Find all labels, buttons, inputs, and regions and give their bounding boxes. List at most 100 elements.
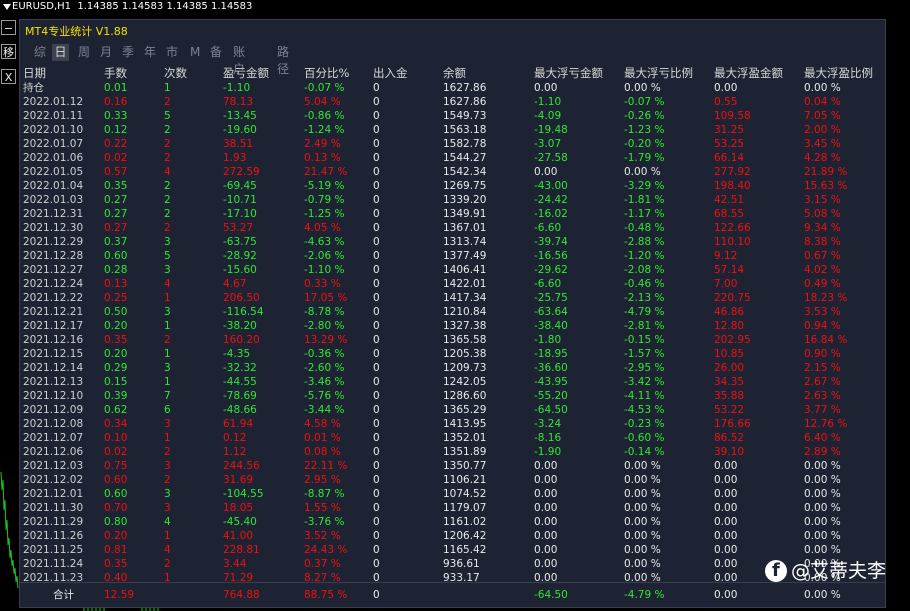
tab-overview[interactable]: 综 [34, 44, 46, 61]
cell-profit: -44.55 [223, 376, 257, 388]
cell-lots: 0.81 [104, 544, 128, 556]
table-row: 2022.01.03 0.27 2 -10.71 -0.79 % 0 1339.20 -24.… [20, 193, 885, 207]
cell-profit: 38.51 [223, 138, 254, 150]
col-profit[interactable]: 盈亏金额 [223, 66, 269, 80]
tab-market[interactable]: 市 [166, 44, 178, 61]
cell-count: 3 [164, 502, 171, 514]
cell-max-float-profit: 46.86 [714, 306, 745, 318]
cell-max-float-loss: -64.50 [534, 404, 568, 416]
cell-lots: 0.01 [104, 82, 128, 94]
col-deposit[interactable]: 出入金 [373, 66, 408, 80]
cell-max-float-profit: 176.66 [714, 418, 751, 430]
cell-percent: 4.58 % [304, 418, 341, 430]
cell-max-float-loss-pct: -1.57 % [624, 348, 665, 360]
cell-max-float-loss-pct: -1.81 % [624, 194, 665, 206]
cell-date: 持仓 [23, 82, 44, 94]
cell-count: 1 [164, 432, 171, 444]
minimize-button[interactable]: − [1, 20, 16, 35]
cell-max-float-profit-pct: 3.53 % [804, 306, 841, 318]
cell-deposit: 0 [373, 558, 380, 570]
cell-max-float-profit-pct: 0.00 % [804, 460, 841, 472]
tab-note[interactable]: 备 [210, 44, 222, 61]
cell-deposit: 0 [373, 306, 380, 318]
cell-deposit: 0 [373, 334, 380, 346]
cell-profit: 228.81 [223, 544, 260, 556]
cell-profit: -69.45 [223, 180, 257, 192]
col-max-float-profit-pct[interactable]: 最大浮盈比例 [804, 66, 873, 80]
col-max-float-profit[interactable]: 最大浮盈金额 [714, 66, 783, 80]
cell-max-float-profit: 0.00 [714, 502, 738, 514]
cell-max-float-profit: 34.35 [714, 376, 745, 388]
tab-quarter[interactable]: 季 [122, 44, 134, 61]
cell-count: 7 [164, 390, 171, 402]
table-row: 2021.12.30 0.27 2 53.27 4.05 % 0 1367.01 -6.60 -… [20, 221, 885, 235]
col-lots[interactable]: 手数 [104, 66, 127, 80]
cell-lots: 0.60 [104, 250, 128, 262]
col-percent[interactable]: 百分比% [304, 66, 349, 80]
cell-lots: 0.20 [104, 348, 128, 360]
move-button[interactable]: 移 [1, 44, 16, 59]
cell-max-float-loss: -3.24 [534, 418, 562, 430]
cell-max-float-loss: -1.90 [534, 446, 562, 458]
cell-deposit: 0 [373, 418, 380, 430]
close-button[interactable]: X [1, 69, 16, 84]
table-row: 2021.12.31 0.27 2 -17.10 -1.25 % 0 1349.91 -16.… [20, 207, 885, 221]
dropdown-triangle-icon[interactable] [3, 4, 11, 10]
cell-lots: 0.22 [104, 138, 128, 150]
cell-balance: 1406.41 [443, 264, 487, 276]
cell-percent: -1.24 % [304, 124, 345, 136]
tab-year[interactable]: 年 [144, 44, 156, 61]
table-row: 2021.11.26 0.20 1 41.00 3.52 % 0 1206.42 0.00 0.… [20, 529, 885, 543]
tab-week[interactable]: 周 [78, 44, 90, 61]
cell-max-float-loss-pct: 0.00 % [624, 558, 661, 570]
cell-profit: -38.20 [223, 320, 257, 332]
cell-profit: -13.45 [223, 110, 257, 122]
tab-magic[interactable]: M [190, 44, 200, 61]
cell-max-float-profit-pct: 0.00 % [804, 488, 841, 500]
facebook-icon [765, 559, 787, 583]
cell-deposit: 0 [373, 110, 380, 122]
cell-count: 3 [164, 264, 171, 276]
cell-count: 2 [164, 474, 171, 486]
cell-date: 2021.12.27 [23, 264, 84, 276]
cell-lots: 0.35 [104, 180, 128, 192]
cell-max-float-loss: -38.40 [534, 320, 568, 332]
cell-max-float-profit-pct: 2.15 % [804, 362, 841, 374]
cell-percent: 2.95 % [304, 474, 341, 486]
cell-date: 2021.11.25 [23, 544, 84, 556]
cell-profit: 206.50 [223, 292, 260, 304]
cell-balance: 1269.75 [443, 180, 487, 192]
cell-max-float-loss-pct: -3.42 % [624, 376, 665, 388]
cell-percent: 0.13 % [304, 152, 341, 164]
cell-lots: 0.60 [104, 488, 128, 500]
cell-balance: 1209.73 [443, 362, 487, 374]
cell-count: 3 [164, 362, 171, 374]
cell-percent: -2.06 % [304, 250, 345, 262]
tab-month[interactable]: 月 [100, 44, 112, 61]
cell-balance: 1165.42 [443, 544, 487, 556]
total-divider [20, 582, 885, 583]
cell-date: 2022.01.04 [23, 180, 84, 192]
table-row: 2022.01.04 0.35 2 -69.45 -5.19 % 0 1269.75 -43.… [20, 179, 885, 193]
cell-percent: 5.04 % [304, 96, 341, 108]
cell-lots: 0.33 [104, 110, 128, 122]
cell-deposit: 0 [373, 124, 380, 136]
cell-balance: 1349.91 [443, 208, 487, 220]
cell-balance: 1627.86 [443, 82, 487, 94]
cell-date: 2021.12.13 [23, 376, 84, 388]
cell-profit: 31.69 [223, 474, 254, 486]
cell-date: 2021.11.29 [23, 516, 84, 528]
cell-max-float-profit-pct: 2.89 % [804, 446, 841, 458]
cell-count: 1 [164, 530, 171, 542]
cell-profit: 18.05 [223, 502, 254, 514]
tab-day[interactable]: 日 [52, 44, 69, 61]
col-max-float-loss[interactable]: 最大浮亏金额 [534, 66, 603, 80]
cell-balance: 1351.89 [443, 446, 487, 458]
cell-lots: 0.16 [104, 96, 128, 108]
col-balance[interactable]: 余额 [443, 66, 466, 80]
cell-count: 2 [164, 124, 171, 136]
col-count[interactable]: 次数 [164, 66, 187, 80]
col-max-float-loss-pct[interactable]: 最大浮亏比例 [624, 66, 693, 80]
col-date[interactable]: 日期 [23, 66, 46, 80]
cell-deposit: 0 [373, 236, 380, 248]
